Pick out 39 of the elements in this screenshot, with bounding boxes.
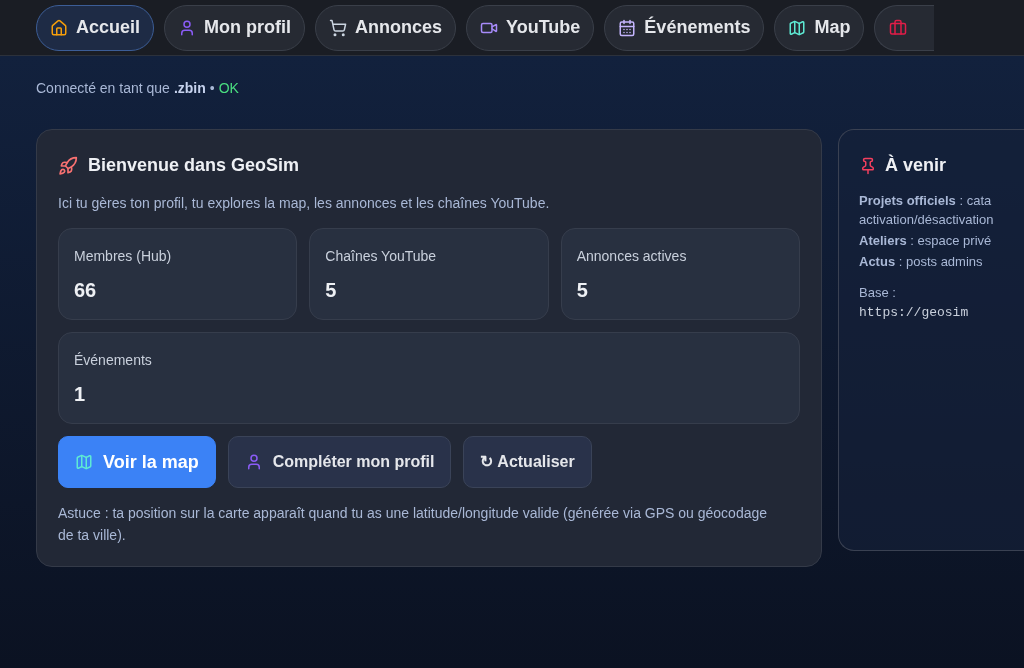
- status-state: OK: [218, 79, 239, 98]
- nav-tab[interactable]: [874, 4, 935, 51]
- tip-text: Astuce : ta position sur la carte apparaît quand tu as une latitude/longitude valide (générée via GPS ou géocodage de ta ville).: [58, 504, 769, 545]
- upcoming-item: Ateliers : espace privé: [859, 232, 993, 250]
- base-label: Base :: [859, 284, 896, 302]
- map-icon: [788, 18, 807, 37]
- card-title: Bienvenue dans GeoSim: [88, 154, 300, 177]
- action-button[interactable]: Compléter mon profil: [227, 436, 452, 488]
- intro-text: Ici tu gères ton profil, tu explores la map, les annonces et les chaînes YouTube.: [58, 194, 551, 213]
- stat-label: Chaînes YouTube: [325, 247, 438, 266]
- nav-tab[interactable]: Mon profil: [164, 4, 305, 51]
- home-icon: [50, 18, 68, 37]
- nav-tab[interactable]: Événements: [604, 4, 765, 51]
- stat-label: Annonces actives: [576, 247, 688, 266]
- map-icon: [75, 453, 93, 471]
- nav-tab[interactable]: Accueil: [36, 4, 155, 51]
- stat-value: 5: [325, 278, 338, 303]
- stat-label: Membres (Hub): [74, 247, 173, 266]
- stat-value: 66: [74, 278, 98, 303]
- cart-icon: [329, 18, 347, 37]
- base-url: https://geosim: [859, 303, 969, 322]
- nav-tab[interactable]: YouTube: [466, 4, 595, 51]
- status-text: Connecté en tant que: [36, 79, 170, 98]
- upcoming-item: Projets officiels : cata activation/désactivation: [859, 192, 995, 229]
- stat-value: 1: [74, 382, 87, 407]
- nav-tab[interactable]: Annonces: [315, 4, 457, 51]
- briefcase-icon: [889, 18, 908, 37]
- action-button[interactable]: Voir la map: [58, 436, 216, 488]
- calendar-icon: [618, 18, 637, 37]
- panel-title: À venir: [885, 153, 947, 177]
- action-button[interactable]: ↻ Actualiser: [463, 436, 592, 488]
- separator: •: [209, 79, 215, 98]
- stat-value: 5: [576, 278, 589, 303]
- stat-label: Événements: [74, 351, 153, 370]
- username: .zbin: [173, 79, 206, 98]
- upcoming-item: Actus : posts admins: [859, 253, 984, 271]
- pin-icon: [859, 156, 877, 175]
- rocket-icon: [58, 155, 78, 176]
- nav-tab[interactable]: Map: [774, 4, 865, 51]
